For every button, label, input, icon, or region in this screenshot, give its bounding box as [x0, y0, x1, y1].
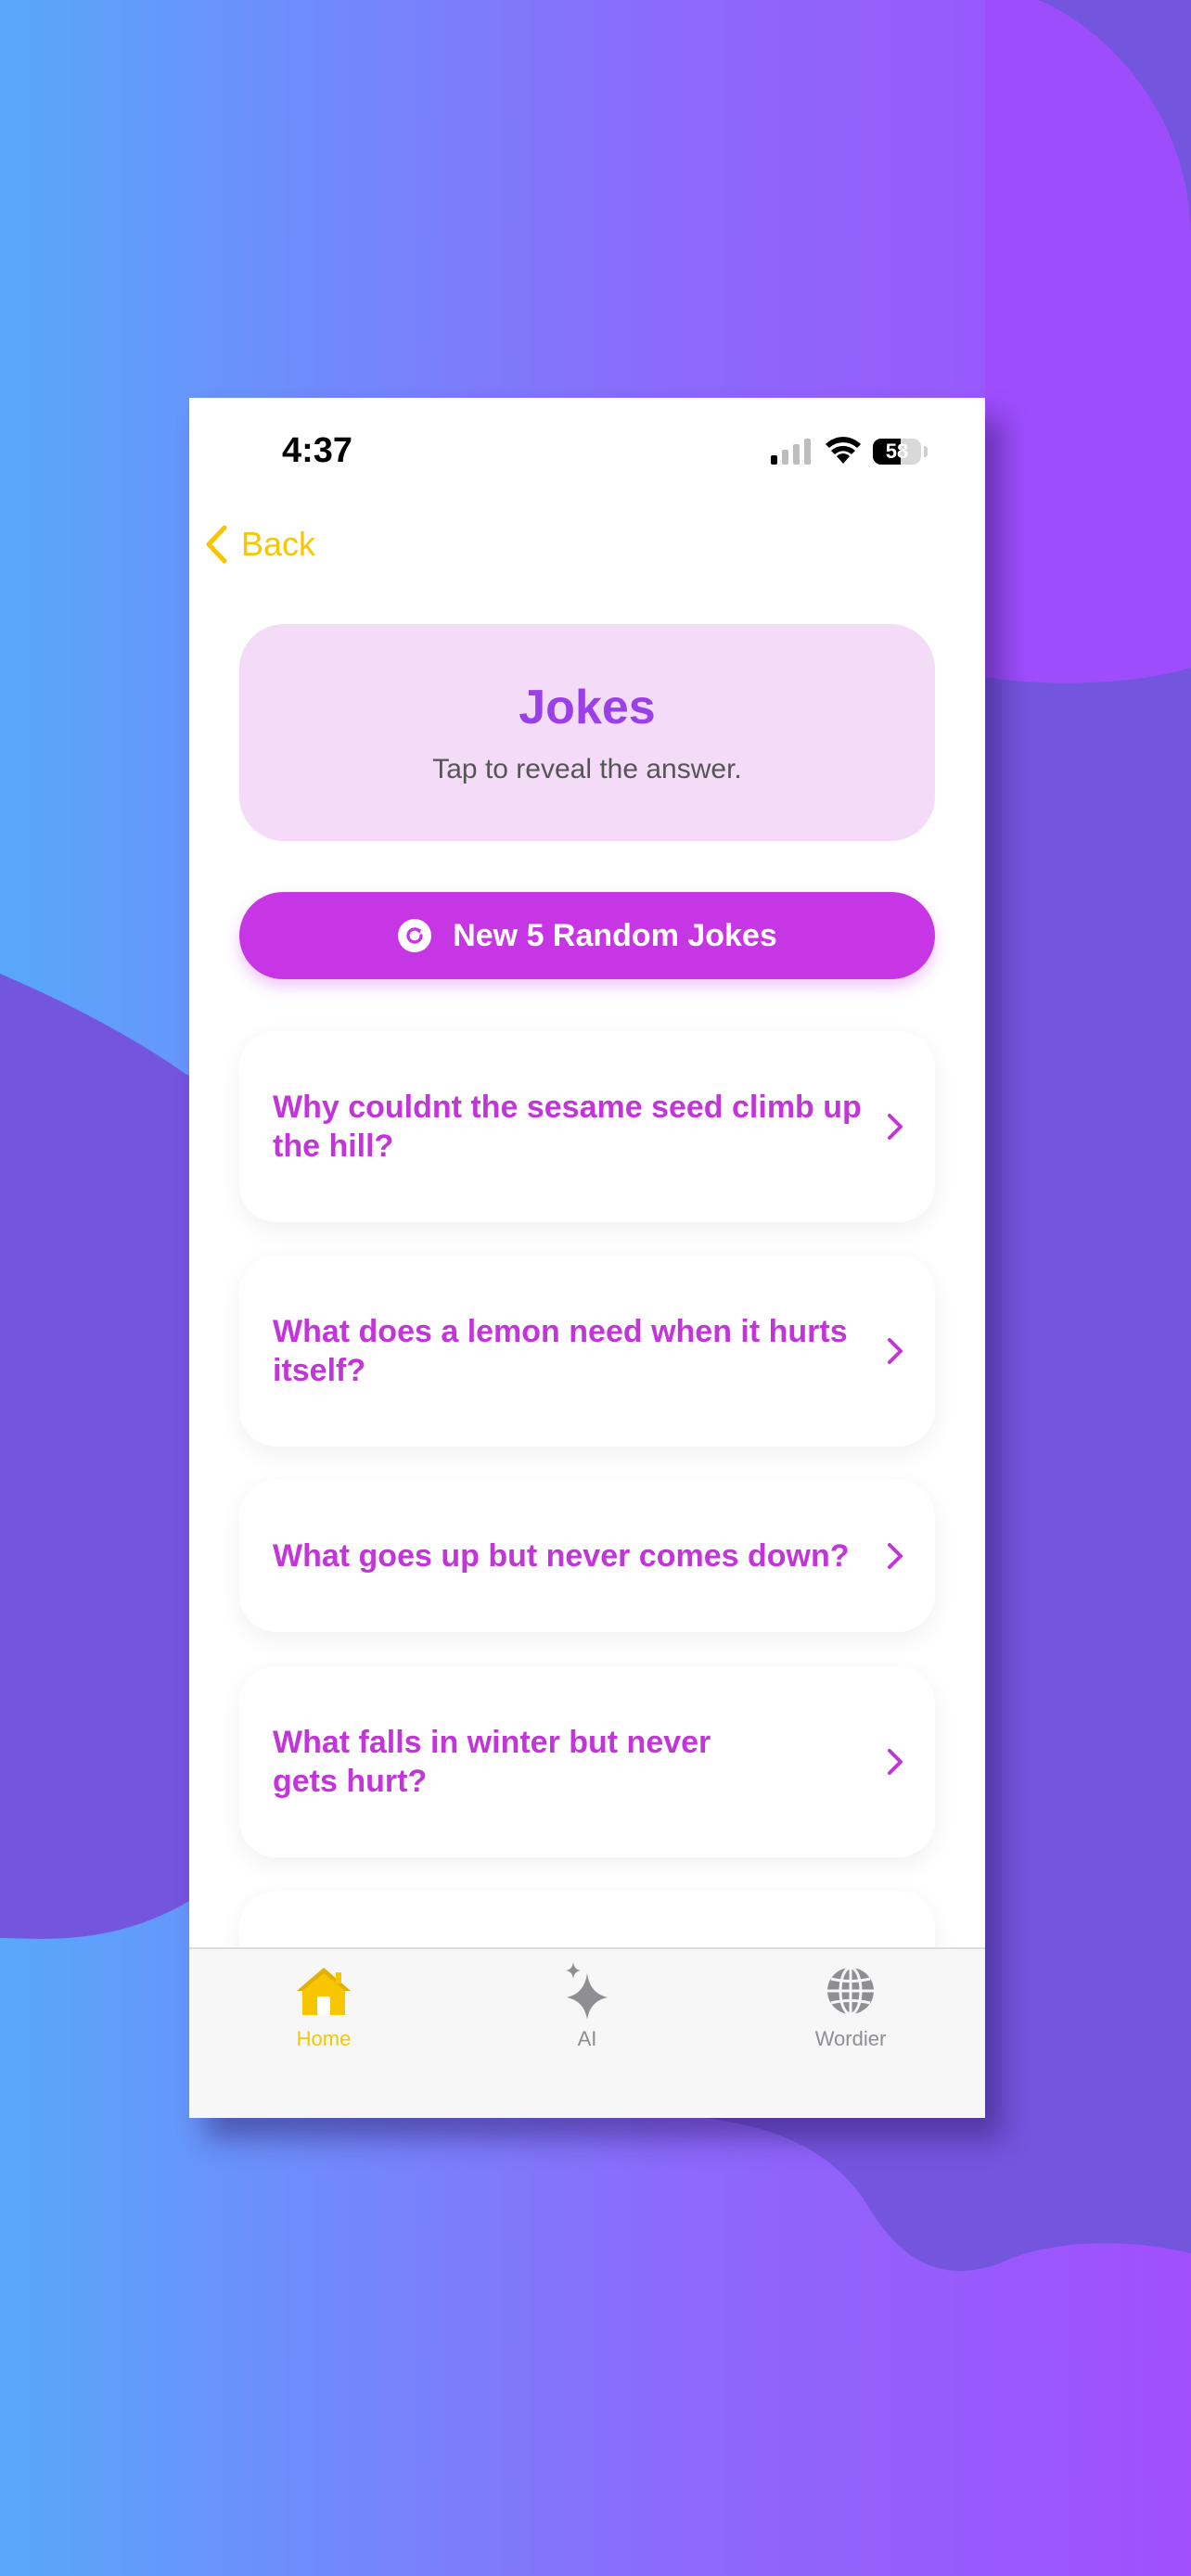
cellular-signal-icon [771, 439, 811, 465]
joke-question: What goes up but never comes down? [273, 1538, 850, 1574]
battery-tip [924, 446, 928, 457]
tab-home[interactable]: Home [231, 1962, 416, 2051]
joke-question: What does a lemon need when it hurts its… [273, 1314, 848, 1388]
status-bar: 4:37 58 [189, 398, 985, 509]
chevron-right-icon [887, 1748, 903, 1776]
tab-bar: Home AI Wordier [189, 1947, 985, 2118]
page-subtitle: Tap to reveal the answer. [432, 754, 742, 784]
joke-card-4[interactable]: What falls in winter but never gets hurt… [239, 1666, 935, 1857]
tab-ai[interactable]: AI [494, 1962, 680, 2051]
status-time: 4:37 [282, 431, 353, 470]
battery-indicator: 58 [873, 439, 921, 465]
house-icon [231, 1962, 416, 2020]
header-card: Jokes Tap to reveal the answer. [239, 624, 935, 841]
joke-question: Why couldnt the sesame seed climb up the… [273, 1090, 862, 1164]
phone-screen: 4:37 58 Back Jokes Tap to reveal the ans… [189, 398, 985, 2118]
tab-wordier[interactable]: Wordier [758, 1962, 943, 2051]
refresh-icon [397, 918, 432, 953]
globe-icon [758, 1962, 943, 2020]
page-title: Jokes [519, 681, 656, 734]
tab-home-label: Home [296, 2027, 352, 2050]
tab-ai-label: AI [577, 2027, 597, 2050]
chevron-right-icon [887, 1337, 903, 1365]
battery-percent: 58 [885, 440, 909, 463]
sparkles-icon [494, 1962, 680, 2020]
new-random-jokes-button[interactable]: New 5 Random Jokes [239, 892, 935, 979]
chevron-right-icon [887, 1542, 903, 1570]
joke-question: What falls in winter but never gets hurt… [273, 1725, 711, 1799]
chevron-right-icon [887, 1113, 903, 1141]
tab-wordier-label: Wordier [814, 2027, 887, 2050]
joke-card-2[interactable]: What does a lemon need when it hurts its… [239, 1256, 935, 1447]
new-random-jokes-label: New 5 Random Jokes [453, 917, 777, 953]
joke-card-3[interactable]: What goes up but never comes down? [239, 1480, 935, 1632]
back-label: Back [241, 525, 316, 563]
joke-card-1[interactable]: Why couldnt the sesame seed climb up the… [239, 1031, 935, 1222]
back-button[interactable]: Back [204, 513, 315, 576]
wifi-icon [826, 437, 861, 464]
chevron-left-icon [206, 525, 227, 564]
